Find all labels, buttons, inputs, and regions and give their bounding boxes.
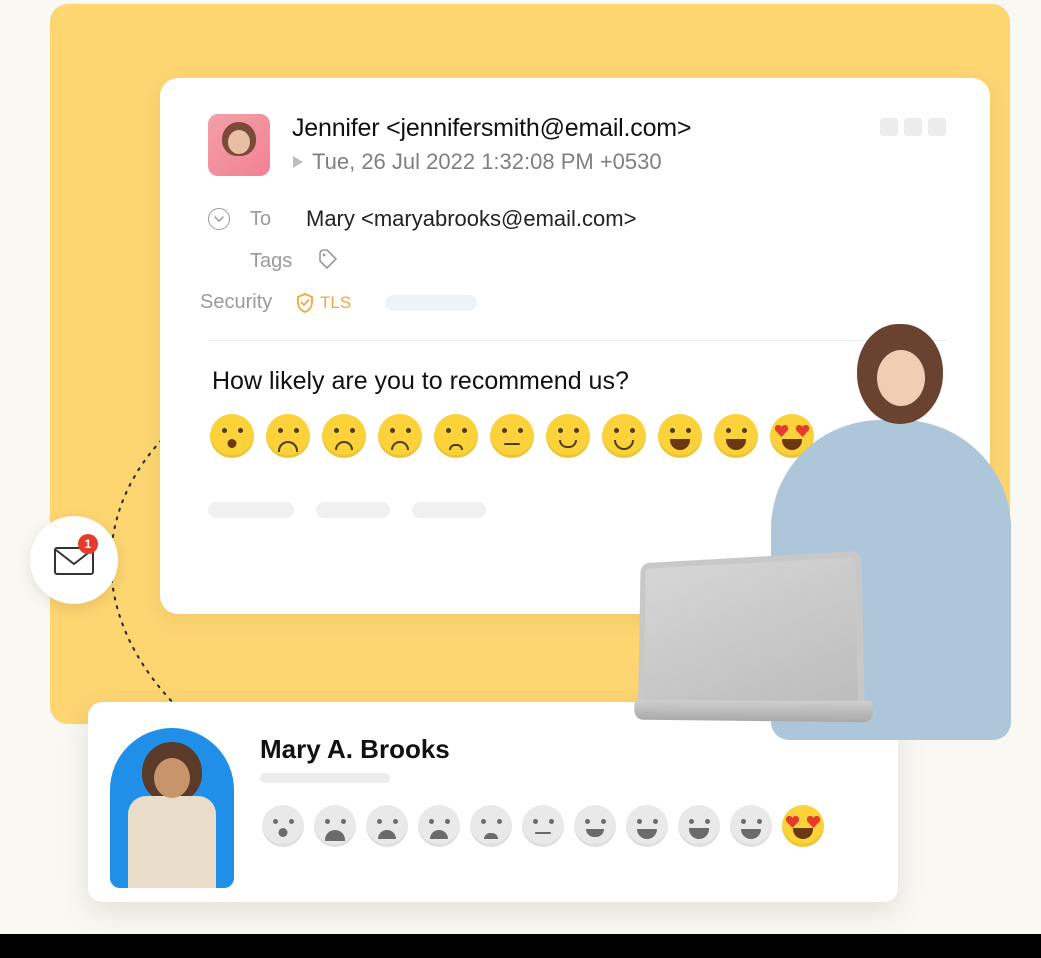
survey-question: How likely are you to recommend us? [212, 367, 946, 396]
flag-icon [292, 155, 304, 169]
divider [208, 340, 946, 341]
email-card: Jennifer <jennifersmith@email.com> Tue, … [160, 78, 990, 614]
sender-avatar[interactable] [208, 114, 270, 176]
recipient-avatar[interactable] [110, 728, 234, 888]
placeholder-row [208, 502, 946, 518]
rating-3[interactable] [322, 414, 366, 458]
rating-grey-8[interactable] [626, 805, 668, 847]
rating-6[interactable] [490, 414, 534, 458]
notification-count: 1 [78, 534, 98, 554]
tags-label: Tags [250, 250, 296, 273]
rating-grey-1[interactable] [262, 805, 304, 847]
rating-grey-2[interactable] [314, 805, 356, 847]
to-value: Mary <maryabrooks@email.com> [306, 206, 636, 232]
rating-grey-7[interactable] [574, 805, 616, 847]
rating-grey-5[interactable] [470, 805, 512, 847]
email-header: Jennifer <jennifersmith@email.com> Tue, … [208, 114, 946, 176]
email-timestamp: Tue, 26 Jul 2022 1:32:08 PM +0530 [292, 149, 858, 175]
rating-9[interactable] [658, 414, 702, 458]
to-label: To [250, 208, 286, 231]
rating-11-heart-eyes[interactable] [770, 414, 814, 458]
rating-grey-3[interactable] [366, 805, 408, 847]
rating-grey-9[interactable] [678, 805, 720, 847]
recipient-name: Mary A. Brooks [260, 734, 868, 765]
rating-selected-heart-eyes[interactable] [782, 805, 824, 847]
shield-icon [296, 293, 314, 313]
bottom-bar [0, 934, 1041, 958]
sender-address: Jennifer <jennifersmith@email.com> [292, 114, 858, 143]
tag-icon[interactable] [316, 248, 338, 275]
chevron-down-icon[interactable] [208, 208, 230, 230]
rating-7[interactable] [546, 414, 590, 458]
response-card: Mary A. Brooks [88, 702, 898, 902]
mail-notification[interactable]: 1 [30, 516, 118, 604]
security-placeholder [385, 295, 477, 311]
tls-text: TLS [320, 293, 351, 313]
rating-5[interactable] [434, 414, 478, 458]
rating-2[interactable] [266, 414, 310, 458]
rating-grey-10[interactable] [730, 805, 772, 847]
rating-row-recipient [262, 805, 868, 847]
security-label: Security [200, 291, 276, 314]
rating-grey-6[interactable] [522, 805, 564, 847]
rating-8[interactable] [602, 414, 646, 458]
timestamp-text: Tue, 26 Jul 2022 1:32:08 PM +0530 [312, 149, 662, 175]
recipient-subtext-placeholder [260, 773, 390, 783]
rating-10[interactable] [714, 414, 758, 458]
rating-row-sender [210, 414, 946, 458]
rating-grey-4[interactable] [418, 805, 460, 847]
email-actions[interactable] [880, 114, 946, 136]
tls-badge: TLS [296, 293, 351, 313]
email-meta: To Mary <maryabrooks@email.com> Tags Sec… [208, 198, 946, 322]
rating-4[interactable] [378, 414, 422, 458]
rating-1[interactable] [210, 414, 254, 458]
